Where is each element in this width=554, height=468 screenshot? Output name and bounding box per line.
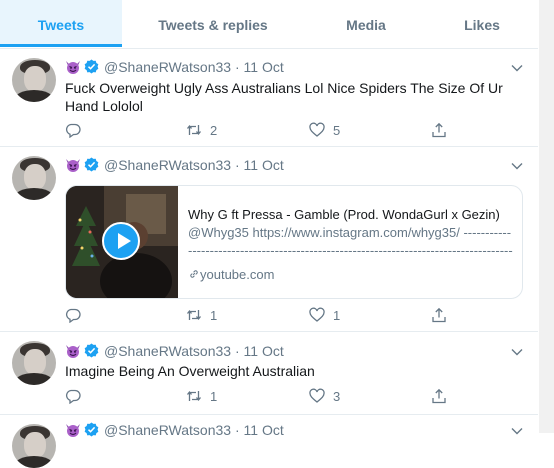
author-handle[interactable]: @ShaneRWatson33 — [104, 422, 231, 438]
reply-button[interactable] — [65, 122, 89, 140]
author-handle[interactable]: @ShaneRWatson33 — [104, 59, 231, 75]
card-domain: youtube.com — [188, 266, 513, 284]
chevron-down-icon[interactable] — [510, 345, 524, 359]
tweet-header: @ShaneRWatson33 · 11 Oct — [65, 59, 284, 77]
tweet-date[interactable]: · 11 Oct — [235, 343, 284, 359]
retweet-icon — [186, 122, 202, 138]
like-icon — [309, 122, 325, 138]
smiling-devil-emoji-icon — [65, 422, 81, 438]
tweet[interactable]: @ShaneRWatson33 · 11 Oct — [0, 415, 538, 468]
retweet-count: 1 — [210, 308, 218, 323]
card-description: @Whyg35 https://www.instagram.com/whyg35… — [188, 225, 513, 258]
tweet-text: Imagine Being An Overweight Australian — [65, 363, 315, 379]
verified-badge-icon — [84, 59, 99, 74]
tweet-text: Fuck Overweight Ugly Ass Australians Lol… — [65, 80, 503, 114]
link-icon — [188, 268, 200, 280]
like-icon — [309, 388, 325, 404]
tweet[interactable]: @ShaneRWatson33 · 11 Oct Imagine Being A… — [0, 332, 538, 415]
retweet-button[interactable]: 1 — [186, 307, 217, 325]
tab-tweets-and-replies[interactable]: Tweets & replies — [140, 0, 286, 46]
share-icon — [431, 388, 447, 404]
tweet-actions: 2 5 — [65, 122, 465, 140]
tab-media[interactable]: Media — [330, 0, 402, 46]
tweet-date[interactable]: · 11 Oct — [235, 422, 284, 438]
smiling-devil-emoji-icon — [65, 343, 81, 359]
verified-badge-icon — [84, 157, 99, 172]
tweet-header: @ShaneRWatson33 · 11 Oct — [65, 157, 284, 175]
tab-tweets[interactable]: Tweets — [0, 0, 122, 47]
like-count: 5 — [333, 123, 341, 138]
share-button[interactable] — [431, 307, 447, 325]
retweet-count: 2 — [210, 123, 218, 138]
share-icon — [431, 307, 447, 323]
verified-badge-icon — [84, 422, 99, 437]
card-title: Why G ft Pressa - Gamble (Prod. WondaGur… — [188, 207, 500, 222]
play-icon[interactable] — [102, 222, 140, 260]
like-button[interactable]: 3 — [309, 388, 340, 406]
tweet-header: @ShaneRWatson33 · 11 Oct — [65, 343, 284, 361]
share-button[interactable] — [431, 388, 447, 406]
smiling-devil-emoji-icon — [65, 59, 81, 75]
chevron-down-icon[interactable] — [510, 61, 524, 75]
avatar[interactable] — [12, 341, 56, 385]
retweet-icon — [186, 307, 202, 323]
author-handle[interactable]: @ShaneRWatson33 — [104, 343, 231, 359]
tweet-date[interactable]: · 11 Oct — [235, 59, 284, 75]
avatar[interactable] — [12, 424, 56, 468]
card-domain-text: youtube.com — [200, 267, 275, 282]
like-icon — [309, 307, 325, 323]
tweet-actions: 1 1 — [65, 307, 465, 325]
tab-likes[interactable]: Likes — [450, 0, 514, 46]
tweet[interactable]: @ShaneRWatson33 · 11 Oct Why G ft Pressa… — [0, 147, 538, 332]
tweet-actions: 1 3 — [65, 388, 465, 406]
tweet-header: @ShaneRWatson33 · 11 Oct — [65, 422, 284, 440]
video-thumbnail[interactable] — [66, 186, 178, 298]
scrollbar[interactable] — [539, 0, 554, 433]
avatar[interactable] — [12, 156, 56, 200]
retweet-button[interactable]: 1 — [186, 388, 217, 406]
retweet-icon — [186, 388, 202, 404]
reply-button[interactable] — [65, 388, 89, 406]
smiling-devil-emoji-icon — [65, 157, 81, 173]
like-button[interactable]: 1 — [309, 307, 340, 325]
like-count: 1 — [333, 308, 341, 323]
retweet-button[interactable]: 2 — [186, 122, 217, 140]
reply-icon — [65, 388, 81, 404]
chevron-down-icon[interactable] — [510, 159, 524, 173]
avatar[interactable] — [12, 58, 56, 102]
tweet-date[interactable]: · 11 Oct — [235, 157, 284, 173]
share-icon — [431, 122, 447, 138]
profile-tabs: Tweets Tweets & replies Media Likes — [0, 0, 538, 49]
author-handle[interactable]: @ShaneRWatson33 — [104, 157, 231, 173]
tweet[interactable]: @ShaneRWatson33 · 11 Oct Fuck Overweight… — [0, 49, 538, 147]
like-button[interactable]: 5 — [309, 122, 340, 140]
link-card[interactable]: Why G ft Pressa - Gamble (Prod. WondaGur… — [65, 185, 523, 299]
share-button[interactable] — [431, 122, 447, 140]
retweet-count: 1 — [210, 389, 218, 404]
reply-icon — [65, 122, 81, 138]
reply-icon — [65, 307, 81, 323]
chevron-down-icon[interactable] — [510, 424, 524, 438]
reply-button[interactable] — [65, 307, 89, 325]
card-body: Why G ft Pressa - Gamble (Prod. WondaGur… — [188, 206, 513, 284]
verified-badge-icon — [84, 343, 99, 358]
like-count: 3 — [333, 389, 341, 404]
